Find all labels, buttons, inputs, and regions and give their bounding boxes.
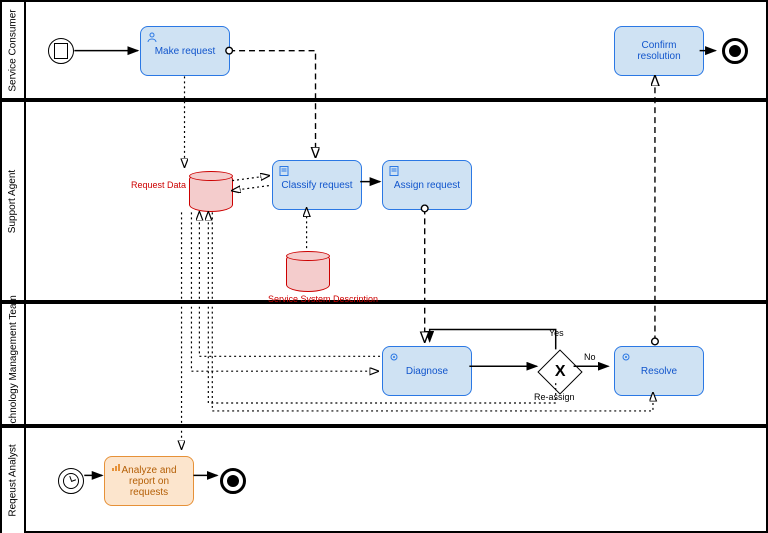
- start-event-message[interactable]: [48, 38, 74, 64]
- task-label: Confirm resolution: [619, 40, 699, 62]
- bpmn-pool: Service Consumer Make request Confirm re…: [0, 0, 768, 533]
- task-classify-request[interactable]: Classify request: [272, 160, 362, 210]
- lane-label-analyst: Reqeust Analyst: [2, 428, 26, 533]
- task-assign-request[interactable]: Assign request: [382, 160, 472, 210]
- task-analyze-report[interactable]: Analyze and report on requests: [104, 456, 194, 506]
- edge-label-yes: Yes: [549, 328, 564, 338]
- edge-label-reassign: Re-assign: [534, 392, 575, 402]
- edge-label-no: No: [584, 352, 596, 362]
- task-label: Classify request: [281, 180, 352, 191]
- data-store-service-system[interactable]: [286, 252, 330, 292]
- lane-tech-team: Technology Management Team Diagnose X Ye…: [2, 302, 766, 426]
- clock-icon: [63, 473, 79, 489]
- task-make-request[interactable]: Make request: [140, 26, 230, 76]
- lane-request-analyst: Reqeust Analyst Analyze and report on re…: [2, 426, 766, 533]
- service-icon: [388, 351, 400, 363]
- start-event-timer[interactable]: [58, 468, 84, 494]
- lane-label-tech: Technology Management Team: [2, 304, 26, 424]
- task-label: Make request: [155, 46, 216, 57]
- task-diagnose[interactable]: Diagnose: [382, 346, 472, 396]
- task-confirm-resolution[interactable]: Confirm resolution: [614, 26, 704, 76]
- form-icon: [388, 165, 400, 177]
- data-label-request-data: Request Data: [120, 180, 186, 190]
- lane-service-consumer: Service Consumer Make request Confirm re…: [2, 2, 766, 100]
- task-label: Resolve: [641, 366, 677, 377]
- task-label: Diagnose: [406, 366, 448, 377]
- x-icon: X: [555, 363, 566, 381]
- chart-icon: [110, 461, 122, 473]
- task-label: Assign request: [394, 180, 460, 191]
- lane-support-agent: Support Agent Request Data Classify requ…: [2, 100, 766, 302]
- end-event-consumer[interactable]: [722, 38, 748, 64]
- task-resolve[interactable]: Resolve: [614, 346, 704, 396]
- lane-label-agent: Support Agent: [2, 102, 26, 300]
- lane-label-consumer: Service Consumer: [2, 2, 26, 98]
- end-event-analyst[interactable]: [220, 468, 246, 494]
- user-icon: [146, 31, 158, 43]
- form-icon: [278, 165, 290, 177]
- gateway-decision[interactable]: X: [537, 349, 582, 394]
- service-icon: [620, 351, 632, 363]
- message-icon: [54, 43, 68, 59]
- data-store-request-data[interactable]: [189, 172, 233, 212]
